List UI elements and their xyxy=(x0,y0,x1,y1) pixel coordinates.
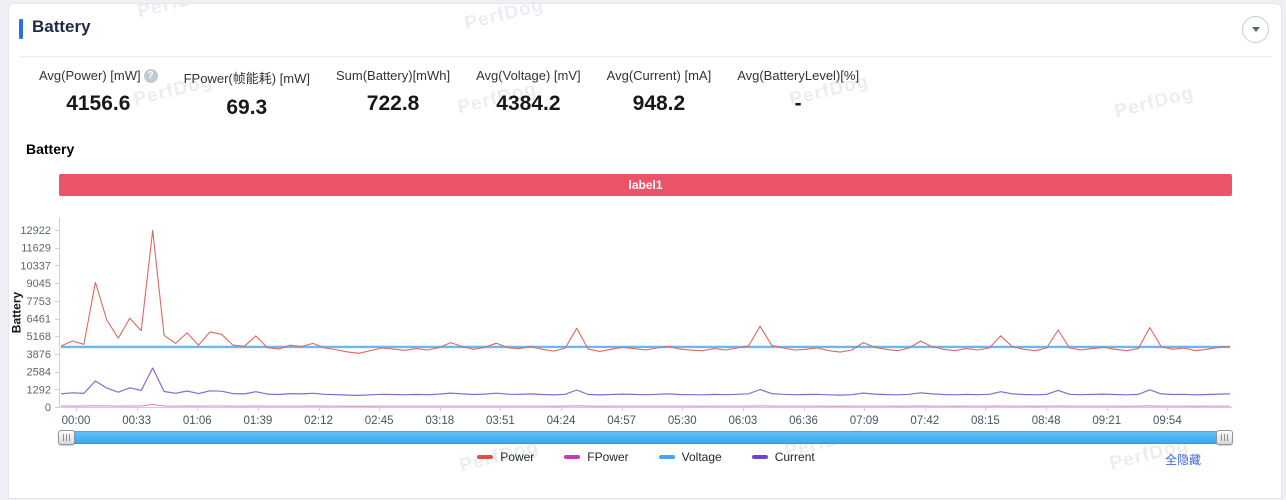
stat-label: Avg(BatteryLevel)[%] xyxy=(737,68,859,83)
watermark: PerfDog xyxy=(1113,83,1197,124)
stat-value: 4156.6 xyxy=(39,92,158,116)
stat-value: 69.3 xyxy=(184,96,310,120)
stat-label: Avg(Current) [mA] xyxy=(607,68,712,83)
scrollbar-track[interactable] xyxy=(59,431,1232,444)
legend-item-current[interactable]: Current xyxy=(752,450,815,464)
legend-label: FPower xyxy=(587,450,628,464)
scrollbar-left-handle[interactable] xyxy=(58,430,75,445)
chart-label-bar[interactable]: label1 xyxy=(59,174,1232,196)
stat-fpower-mw: FPower(帧能耗) [mW] 69.3 xyxy=(184,68,310,120)
stat-avg-batterylevel: Avg(BatteryLevel)[%] - xyxy=(737,68,859,120)
chart-scrollbar xyxy=(59,430,1232,445)
legend-label: Current xyxy=(775,450,815,464)
hide-all-link[interactable]: 全隐藏 xyxy=(1165,451,1201,468)
collapse-button[interactable] xyxy=(1242,16,1269,43)
chevron-down-icon xyxy=(1252,27,1260,32)
y-axis-title: Battery xyxy=(10,273,25,353)
stat-avg-power-mw: Avg(Power) [mW]? 4156.6 xyxy=(39,68,158,120)
stat-sum-battery-mwh: Sum(Battery)[mWh] 722.8 xyxy=(336,68,450,120)
battery-panel: PerfDogPerfDogPerfDogPerfDogPerfDogPerfD… xyxy=(8,3,1282,499)
stat-label: Avg(Power) [mW]? xyxy=(39,68,158,83)
help-icon[interactable]: ? xyxy=(144,69,158,83)
stat-value: 948.2 xyxy=(607,92,712,116)
legend-marker xyxy=(564,455,580,459)
stats-row: Avg(Power) [mW]? 4156.6 FPower(帧能耗) [mW] 69… xyxy=(39,68,859,120)
stat-value: 4384.2 xyxy=(476,92,581,116)
stat-avg-current-ma: Avg(Current) [mA] 948.2 xyxy=(607,68,712,120)
legend-item-voltage[interactable]: Voltage xyxy=(659,450,722,464)
panel-header: Battery xyxy=(19,4,1271,57)
chart-legend: Power FPower Voltage Current xyxy=(9,450,1283,464)
stat-value: - xyxy=(737,92,859,116)
stat-label: FPower(帧能耗) [mW] xyxy=(184,68,310,87)
legend-marker xyxy=(752,455,768,459)
legend-item-fpower[interactable]: FPower xyxy=(564,450,628,464)
accent-bar xyxy=(19,19,23,39)
legend-item-power[interactable]: Power xyxy=(477,450,534,464)
legend-marker xyxy=(659,455,675,459)
stat-label: Sum(Battery)[mWh] xyxy=(336,68,450,83)
panel-title: Battery xyxy=(32,17,91,37)
legend-label: Power xyxy=(500,450,534,464)
scrollbar-right-handle[interactable] xyxy=(1216,430,1233,445)
stat-label: Avg(Voltage) [mV] xyxy=(476,68,581,83)
legend-marker xyxy=(477,455,493,459)
stat-value: 722.8 xyxy=(336,92,450,116)
stat-avg-voltage-mv: Avg(Voltage) [mV] 4384.2 xyxy=(476,68,581,120)
legend-label: Voltage xyxy=(682,450,722,464)
chart-section-title: Battery xyxy=(26,141,74,157)
label-bar-text: label1 xyxy=(628,178,662,192)
